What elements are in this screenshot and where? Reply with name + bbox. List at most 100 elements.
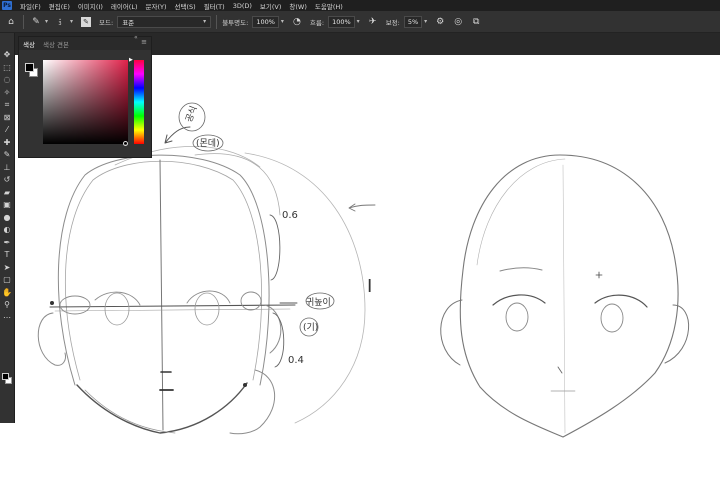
photoshop-logo: Ps <box>2 1 12 10</box>
construction-stroke <box>194 153 281 216</box>
vertical-mark: I <box>367 276 372 297</box>
healing-icon[interactable]: ✚ <box>1 137 14 150</box>
flow-input[interactable]: 100% <box>328 15 355 28</box>
eye-sketch <box>505 302 529 332</box>
panel-collapse-icon[interactable]: « <box>134 34 138 41</box>
center-line <box>562 164 566 434</box>
lasso-icon[interactable]: ◌ <box>1 74 14 87</box>
tools-panel: ✥ ⬚ ◌ ✧ ⌗ ⊠ ⁄ ✚ ✎ ⊥ ↺ ▰ ▣ ● ◐ ✒ T ➤ ▢ ✋ … <box>0 33 15 423</box>
divider <box>216 14 218 29</box>
symmetry-icon[interactable]: ⧉ <box>469 15 483 29</box>
chevron-down-icon[interactable]: ▾ <box>45 18 48 25</box>
marquee-icon[interactable]: ⬚ <box>1 62 14 75</box>
color-panel: 색상 색상 견본 ≡ ▶ <box>18 36 152 158</box>
eye-sketch <box>94 291 141 306</box>
menu-layer[interactable]: 레이어(L) <box>111 1 138 11</box>
menu-filter[interactable]: 필터(T) <box>204 1 225 11</box>
panel-foreground-swatch[interactable] <box>25 63 34 72</box>
brush-preset-picker[interactable]: • 3 <box>52 15 68 29</box>
path-select-icon[interactable]: ➤ <box>1 262 14 275</box>
smoothing-input[interactable]: 5% <box>403 15 423 28</box>
menu-type[interactable]: 문자(Y) <box>146 1 167 11</box>
brush-settings-glyph: ✎ <box>81 16 92 27</box>
menu-image[interactable]: 이미지(I) <box>78 1 103 11</box>
tab-swatches[interactable]: 색상 견본 <box>43 39 69 49</box>
brush-settings-icon[interactable]: ✎ <box>79 15 93 29</box>
clean-head-outline <box>459 154 679 438</box>
gear-icon[interactable]: ⚙ <box>433 15 447 29</box>
stamp-icon[interactable]: ⊥ <box>1 162 14 175</box>
note-top-line1: 공식 <box>184 104 200 123</box>
blur-icon[interactable]: ● <box>1 212 14 225</box>
crosshair-cursor <box>595 271 603 279</box>
saturation-value-field[interactable] <box>43 60 128 144</box>
airbrush-icon[interactable]: ✈ <box>366 15 380 29</box>
dodge-icon[interactable]: ◐ <box>1 224 14 237</box>
menu-3d[interactable]: 3D(D) <box>233 2 252 10</box>
hand-icon[interactable]: ✋ <box>1 287 14 300</box>
guide-bracket <box>269 214 281 281</box>
menu-view[interactable]: 보기(V) <box>260 1 281 11</box>
construction-dot <box>243 383 247 387</box>
clean-head-outline <box>476 158 566 266</box>
shape-icon[interactable]: ▢ <box>1 274 14 287</box>
brush-size-value: 3 <box>58 20 62 27</box>
construction-dot <box>50 301 54 305</box>
menu-edit[interactable]: 편집(E) <box>49 1 70 11</box>
frame-icon[interactable]: ⊠ <box>1 112 14 125</box>
arrow-stroke <box>348 203 376 212</box>
menu-window[interactable]: 창(W) <box>289 1 306 11</box>
hue-slider[interactable] <box>134 60 144 144</box>
note-top-line2: (몬데) <box>196 138 220 149</box>
construction-stroke <box>84 389 176 434</box>
ear-sketch <box>440 299 463 366</box>
eraser-icon[interactable]: ▰ <box>1 187 14 200</box>
pressure-opacity-icon[interactable]: ◔ <box>290 15 304 29</box>
eyedropper-icon[interactable]: ⁄ <box>1 124 14 137</box>
menu-select[interactable]: 선택(S) <box>175 1 196 11</box>
construction-stroke <box>65 160 262 381</box>
menu-help[interactable]: 도움말(H) <box>315 1 343 11</box>
chevron-down-icon: ▾ <box>203 18 207 25</box>
magic-wand-icon[interactable]: ✧ <box>1 87 14 100</box>
chevron-down-icon[interactable]: ▾ <box>281 18 284 25</box>
divider <box>23 14 24 29</box>
ear-note-line2: (기) <box>303 322 318 333</box>
flow-label: 흐름: <box>309 18 325 27</box>
brush-icon[interactable]: ✎ <box>1 149 14 162</box>
zoom-icon[interactable]: ⚲ <box>1 299 14 312</box>
ear-sketch <box>264 304 282 354</box>
mode-value: 표준 <box>122 18 135 27</box>
menu-file[interactable]: 파일(F) <box>20 1 41 11</box>
opacity-input[interactable]: 100% <box>252 15 279 28</box>
home-icon[interactable]: ⌂ <box>4 15 18 29</box>
chevron-down-icon[interactable]: ▾ <box>357 18 360 25</box>
panel-menu-icon[interactable]: ≡ <box>141 38 147 46</box>
chevron-down-icon[interactable]: ▾ <box>424 18 427 25</box>
brush-tool-icon[interactable]: ✎ <box>29 15 43 29</box>
construction-circle <box>244 152 366 424</box>
pen-icon[interactable]: ✒ <box>1 237 14 250</box>
history-brush-icon[interactable]: ↺ <box>1 174 14 187</box>
ear-note-line1: 귀높이 <box>306 297 331 308</box>
color-picker-marker[interactable] <box>123 141 128 146</box>
construction-stroke <box>57 154 270 386</box>
eye-sketch <box>104 292 130 326</box>
eye-sketch <box>600 303 624 333</box>
eye-sketch <box>240 291 262 311</box>
smoothing-label: 보정: <box>385 18 400 27</box>
eye-sketch <box>59 295 91 315</box>
mode-select[interactable]: 표준 ▾ <box>117 15 212 28</box>
eye-sketch <box>594 294 648 308</box>
crop-icon[interactable]: ⌗ <box>1 99 14 112</box>
ratio-upper-label: 0.6 <box>282 210 298 221</box>
eye-sketch <box>194 292 220 326</box>
pressure-size-icon[interactable]: ◎ <box>451 15 465 29</box>
tab-color[interactable]: 색상 <box>23 39 35 49</box>
foreground-color-swatch[interactable] <box>2 373 9 380</box>
chevron-down-icon[interactable]: ▾ <box>70 18 73 25</box>
gradient-icon[interactable]: ▣ <box>1 199 14 212</box>
type-icon[interactable]: T <box>1 249 14 262</box>
move-icon[interactable]: ✥ <box>1 49 14 62</box>
more-icon[interactable]: ⋯ <box>1 312 14 325</box>
